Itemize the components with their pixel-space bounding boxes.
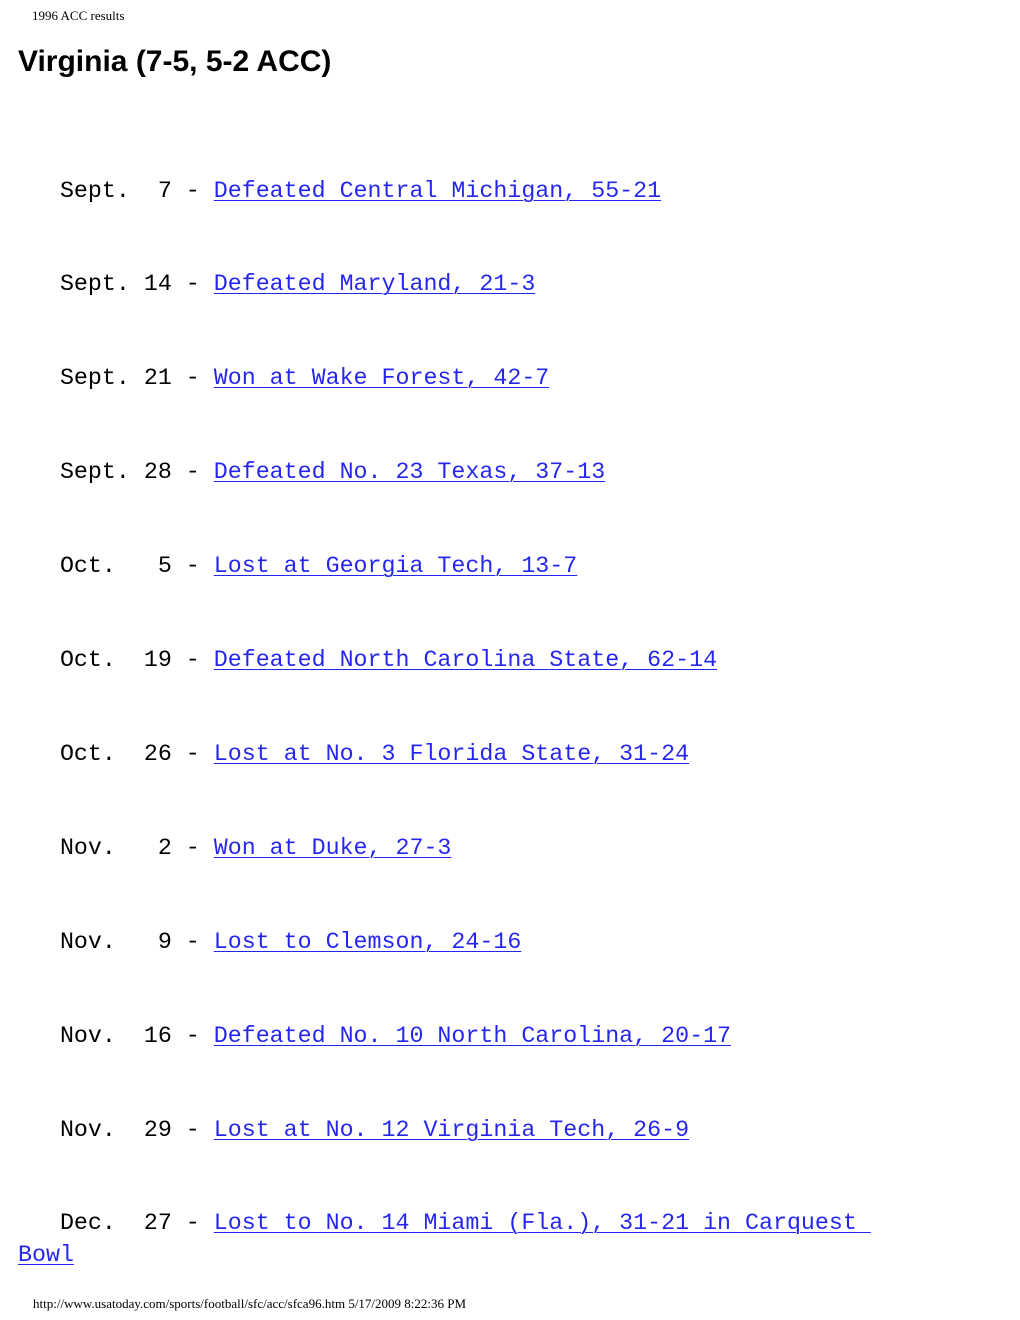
game-date: Nov. 2 - (18, 834, 214, 861)
game-result-link[interactable]: Lost at No. 12 Virginia Tech, 26-9 (214, 1117, 689, 1143)
game-result-link[interactable]: Won at Duke, 27-3 (214, 835, 452, 861)
result-row: Sept. 14 - Defeated Maryland, 21-3 (18, 269, 878, 300)
game-date: Sept. 28 - (18, 459, 214, 486)
results-list: Sept. 7 - Defeated Central Michigan, 55-… (18, 113, 878, 1302)
game-result-link[interactable]: Defeated No. 10 North Carolina, 20-17 (214, 1023, 731, 1049)
game-date: Oct. 5 - (18, 553, 214, 580)
page-footer: http://www.usatoday.com/sports/football/… (33, 1296, 466, 1312)
game-date: Nov. 16 - (18, 1022, 214, 1049)
document-header: 1996 ACC results (32, 8, 124, 24)
game-result-link[interactable]: Lost at Georgia Tech, 13-7 (214, 553, 578, 579)
game-result-link[interactable]: Defeated Central Michigan, 55-21 (214, 178, 661, 204)
game-date: Dec. 27 - (18, 1210, 214, 1237)
result-row: Sept. 28 - Defeated No. 23 Texas, 37-13 (18, 457, 878, 488)
game-result-link[interactable]: Defeated North Carolina State, 62-14 (214, 647, 717, 673)
game-date: Sept. 21 - (18, 365, 214, 392)
source-url: http://www.usatoday.com/sports/football/… (33, 1296, 346, 1311)
result-row: Nov. 2 - Won at Duke, 27-3 (18, 833, 878, 864)
result-row: Nov. 9 - Lost to Clemson, 24-16 (18, 927, 878, 958)
game-result-link[interactable]: Defeated No. 23 Texas, 37-13 (214, 459, 605, 485)
document-title: 1996 ACC results (32, 8, 125, 23)
result-row: Oct. 5 - Lost at Georgia Tech, 13-7 (18, 551, 878, 582)
page-title: Virginia (7-5, 5-2 ACC) (18, 45, 332, 78)
game-date: Oct. 26 - (18, 740, 214, 767)
result-row: Sept. 21 - Won at Wake Forest, 42-7 (18, 363, 878, 394)
result-row: Nov. 16 - Defeated No. 10 North Carolina… (18, 1021, 878, 1052)
print-timestamp: 5/17/2009 8:22:36 PM (348, 1296, 467, 1311)
result-row: Nov. 29 - Lost at No. 12 Virginia Tech, … (18, 1115, 878, 1146)
game-date: Sept. 7 - (18, 177, 214, 204)
game-result-link[interactable]: Defeated Maryland, 21-3 (214, 271, 536, 297)
game-date: Oct. 19 - (18, 647, 214, 674)
result-row: Oct. 26 - Lost at No. 3 Florida State, 3… (18, 739, 878, 770)
game-result-link[interactable]: Won at Wake Forest, 42-7 (214, 365, 550, 391)
game-result-link[interactable]: Lost to Clemson, 24-16 (214, 929, 522, 955)
game-date: Sept. 14 - (18, 271, 214, 298)
game-date: Nov. 29 - (18, 1116, 214, 1143)
result-row: Sept. 7 - Defeated Central Michigan, 55-… (18, 176, 878, 207)
result-row: Dec. 27 - Lost to No. 14 Miami (Fla.), 3… (18, 1208, 878, 1271)
result-row: Oct. 19 - Defeated North Carolina State,… (18, 645, 878, 676)
game-result-link[interactable]: Lost at No. 3 Florida State, 31-24 (214, 741, 689, 767)
game-date: Nov. 9 - (18, 928, 214, 955)
